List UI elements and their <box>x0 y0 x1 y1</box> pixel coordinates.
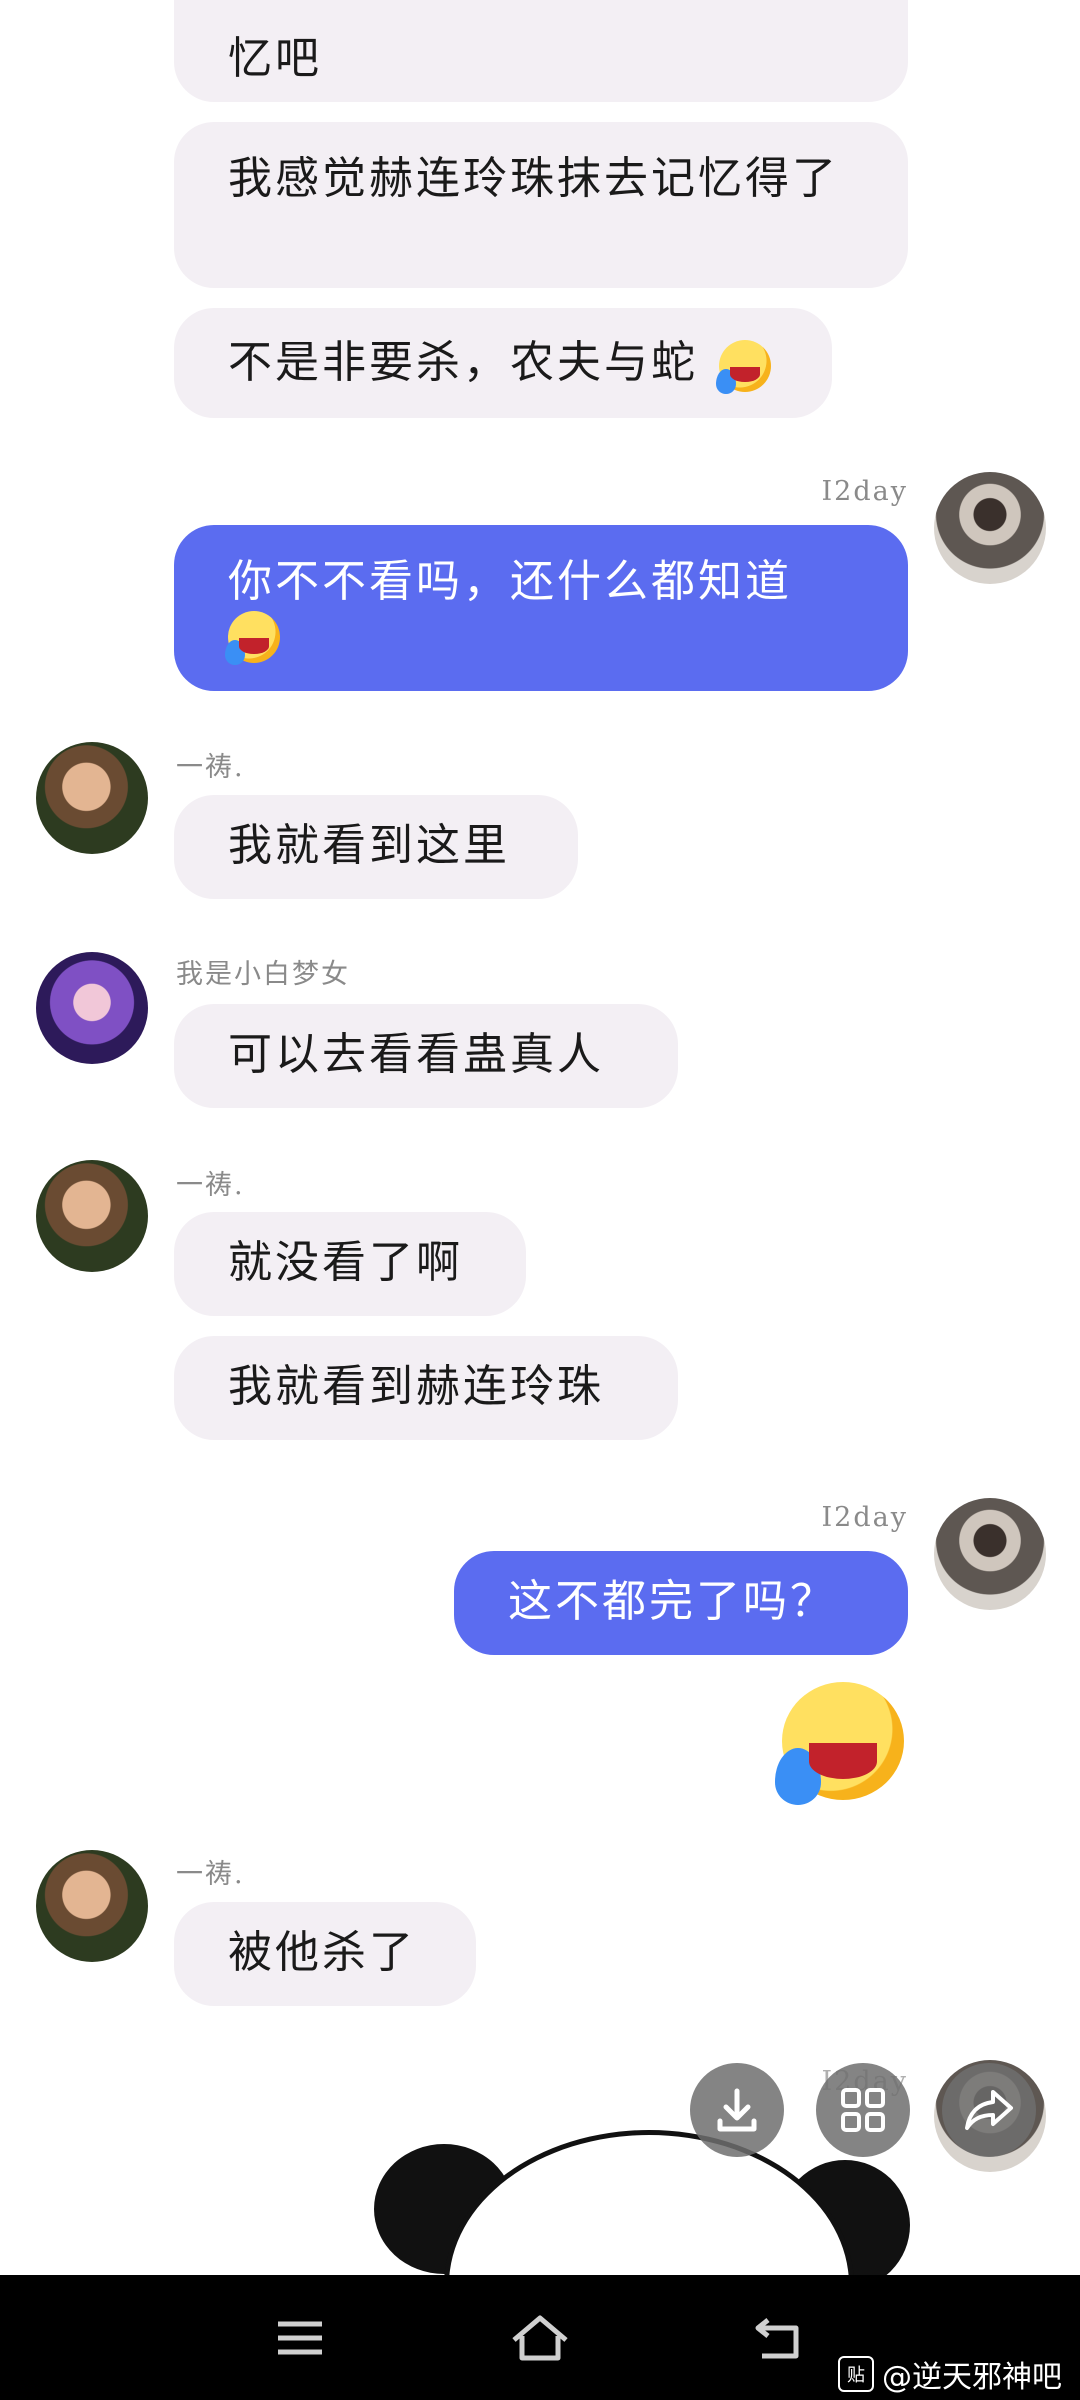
avatar[interactable] <box>36 742 148 854</box>
message-bubble[interactable]: 你不不看吗，还什么都知道 <box>174 525 908 691</box>
message-bubble[interactable]: 我就看到这里 <box>174 795 578 899</box>
message-bubble[interactable]: 我感觉赫连玲珠抹去记忆得了 <box>174 122 908 288</box>
message-text: 你不不看吗，还什么都知道 <box>228 556 792 607</box>
message-text: 我就看到这里 <box>228 820 510 871</box>
menu-icon <box>278 2321 322 2354</box>
back-icon <box>755 2317 799 2358</box>
message-bubble[interactable]: 不是非要杀，农夫与蛇 <box>174 308 832 418</box>
laughing-crying-emoji <box>715 339 771 394</box>
back-button[interactable] <box>740 2275 820 2400</box>
avatar[interactable] <box>36 952 148 1064</box>
sender-name: 一祷. <box>176 1170 245 1201</box>
message-text: 我感觉赫连玲珠抹去记忆得了 <box>228 153 839 204</box>
message-bubble[interactable]: 就没看了啊 <box>174 1212 526 1316</box>
avatar[interactable] <box>934 1498 1046 1610</box>
message-text: 被他杀了 <box>228 1927 416 1978</box>
message-text: 可以去看看蛊真人 <box>228 1029 604 1080</box>
message-bubble[interactable]: 被他杀了 <box>174 1902 476 2006</box>
message-bubble[interactable]: 忆吧 <box>174 0 908 102</box>
home-icon <box>512 2315 568 2360</box>
laughing-crying-emoji <box>224 611 280 666</box>
message-text: 我就看到赫连玲珠 <box>228 1361 604 1412</box>
message-bubble[interactable]: 可以去看看蛊真人 <box>174 1004 678 1108</box>
sender-name: 一祷. <box>176 1859 245 1890</box>
avatar[interactable] <box>36 1160 148 1272</box>
grid-button[interactable] <box>816 2063 910 2157</box>
avatar[interactable] <box>934 472 1046 584</box>
panda-sticker <box>374 2130 910 2275</box>
message-text: 这不都完了吗？ <box>508 1576 837 1627</box>
home-button[interactable] <box>500 2275 580 2400</box>
avatar[interactable] <box>36 1850 148 1962</box>
grid-icon <box>841 2088 885 2132</box>
share-button[interactable] <box>942 2063 1036 2157</box>
sender-name: I2day <box>821 476 908 507</box>
download-button[interactable] <box>690 2063 784 2157</box>
sender-name: 我是小白梦女 <box>176 959 350 990</box>
laughing-crying-emoji <box>774 1682 904 1805</box>
message-bubble[interactable]: 这不都完了吗？ <box>454 1551 908 1655</box>
watermark: 贴 @逆天邪神吧 <box>838 2352 1062 2396</box>
menu-button[interactable] <box>260 2275 340 2400</box>
message-text: 就没看了啊 <box>228 1237 463 1288</box>
message-text: 不是非要杀，农夫与蛇 <box>228 337 698 388</box>
message-text: 忆吧 <box>228 33 322 84</box>
watermark-text: @逆天邪神吧 <box>882 2360 1062 2395</box>
sender-name: I2day <box>821 1502 908 1533</box>
message-bubble[interactable]: 我就看到赫连玲珠 <box>174 1336 678 1440</box>
sender-name: 一祷. <box>176 752 245 783</box>
share-icon <box>965 2090 1013 2130</box>
tieba-badge: 贴 <box>838 2356 874 2392</box>
download-icon <box>717 2088 757 2132</box>
